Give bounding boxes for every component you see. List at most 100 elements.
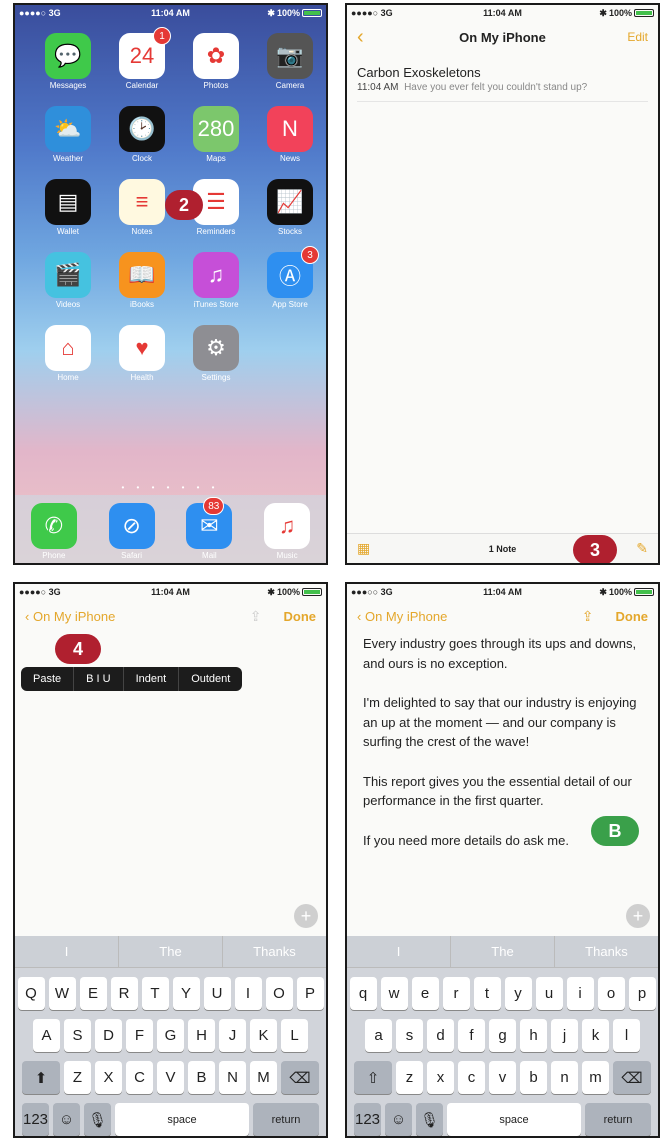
emoji-key[interactable]: ☺ <box>53 1103 80 1136</box>
key[interactable]: d <box>427 1019 454 1052</box>
delete-key[interactable]: ⌫ <box>281 1061 319 1094</box>
app-videos[interactable]: 🎬 Videos <box>31 252 105 309</box>
key[interactable]: R <box>110 977 138 1010</box>
key[interactable]: B <box>188 1061 215 1094</box>
key[interactable]: g <box>489 1019 516 1052</box>
suggestion[interactable]: The <box>119 936 223 967</box>
key[interactable]: m <box>582 1061 609 1094</box>
key[interactable]: M <box>250 1061 277 1094</box>
key[interactable]: t <box>473 977 501 1010</box>
share-icon[interactable]: ⇪ <box>582 608 594 625</box>
key[interactable]: H <box>188 1019 215 1052</box>
space-key[interactable]: space <box>115 1103 249 1136</box>
suggestion[interactable]: Thanks <box>555 936 658 967</box>
app-ibooks[interactable]: 📖 iBooks <box>105 252 179 309</box>
add-attachment-icon[interactable]: + <box>294 904 318 928</box>
done-button[interactable]: Done <box>616 609 649 624</box>
key[interactable]: v <box>489 1061 516 1094</box>
app-mail[interactable]: ✉ 83 Mail <box>186 497 233 563</box>
app-news[interactable]: N News <box>253 106 326 163</box>
microphone-key[interactable]: 🎙 <box>416 1103 443 1136</box>
microphone-key[interactable]: 🎙 <box>84 1103 111 1136</box>
key[interactable]: j <box>551 1019 578 1052</box>
back-button[interactable]: ‹ On My iPhone <box>25 609 115 624</box>
outdent-menu-item[interactable]: Outdent <box>179 667 242 691</box>
key[interactable]: G <box>157 1019 184 1052</box>
paste-menu-item[interactable]: Paste <box>21 667 75 691</box>
indent-menu-item[interactable]: Indent <box>124 667 180 691</box>
key[interactable]: N <box>219 1061 246 1094</box>
back-button[interactable]: ‹ On My iPhone <box>357 609 447 624</box>
key[interactable]: L <box>281 1019 308 1052</box>
key[interactable]: q <box>349 977 377 1010</box>
key[interactable]: F <box>126 1019 153 1052</box>
key[interactable]: D <box>95 1019 122 1052</box>
key[interactable]: A <box>33 1019 60 1052</box>
key[interactable]: r <box>442 977 470 1010</box>
page-indicator[interactable]: • • • • • • • <box>15 483 326 492</box>
key[interactable]: Y <box>172 977 200 1010</box>
app-wallet[interactable]: ▤ Wallet <box>31 179 105 236</box>
gallery-grid-icon[interactable]: ▦ <box>357 540 370 557</box>
key[interactable]: h <box>520 1019 547 1052</box>
app-health[interactable]: ♥ Health <box>105 325 179 382</box>
suggestion[interactable]: Thanks <box>223 936 326 967</box>
app-stocks[interactable]: 📈 Stocks <box>253 179 326 236</box>
key[interactable]: y <box>504 977 532 1010</box>
key[interactable]: T <box>141 977 169 1010</box>
suggestion[interactable]: The <box>451 936 555 967</box>
key[interactable]: i <box>566 977 594 1010</box>
app-maps[interactable]: 280 Maps <box>179 106 253 163</box>
app-app-store[interactable]: Ⓐ 3 App Store <box>253 246 326 309</box>
key[interactable]: p <box>628 977 656 1010</box>
key[interactable]: E <box>79 977 107 1010</box>
app-clock[interactable]: 🕑 Clock <box>105 106 179 163</box>
numbers-key[interactable]: 123 <box>22 1103 49 1136</box>
key[interactable]: u <box>535 977 563 1010</box>
share-icon[interactable]: ⇪ <box>250 608 262 625</box>
suggestion[interactable]: I <box>347 936 451 967</box>
key[interactable]: b <box>520 1061 547 1094</box>
return-key[interactable]: return <box>585 1103 651 1136</box>
key[interactable]: c <box>458 1061 485 1094</box>
key[interactable]: P <box>296 977 324 1010</box>
key[interactable]: X <box>95 1061 122 1094</box>
key[interactable]: W <box>48 977 76 1010</box>
app-home[interactable]: ⌂ Home <box>31 325 105 382</box>
key[interactable]: x <box>427 1061 454 1094</box>
key[interactable]: n <box>551 1061 578 1094</box>
app-phone[interactable]: ✆ Phone <box>30 503 77 563</box>
numbers-key[interactable]: 123 <box>354 1103 381 1136</box>
space-key[interactable]: space <box>447 1103 581 1136</box>
key[interactable]: I <box>234 977 262 1010</box>
shift-key[interactable]: ⬆ <box>22 1061 60 1094</box>
key[interactable]: C <box>126 1061 153 1094</box>
key[interactable]: U <box>203 977 231 1010</box>
key[interactable]: o <box>597 977 625 1010</box>
biu-menu-item[interactable]: B I U <box>74 667 124 691</box>
delete-key[interactable]: ⌫ <box>613 1061 651 1094</box>
key[interactable]: O <box>265 977 293 1010</box>
app-itunes-store[interactable]: ♫ iTunes Store <box>179 252 253 309</box>
shift-key[interactable]: ⇧ <box>354 1061 392 1094</box>
app-safari[interactable]: ⊘ Safari <box>108 503 155 563</box>
key[interactable]: w <box>380 977 408 1010</box>
suggestion[interactable]: I <box>15 936 119 967</box>
app-messages[interactable]: 💬 Messages <box>31 33 105 90</box>
key[interactable]: J <box>219 1019 246 1052</box>
key[interactable]: a <box>365 1019 392 1052</box>
key[interactable]: l <box>613 1019 640 1052</box>
app-photos[interactable]: ✿ Photos <box>179 33 253 90</box>
compose-icon[interactable]: ✎ <box>636 540 648 557</box>
done-button[interactable]: Done <box>284 609 317 624</box>
key[interactable]: e <box>411 977 439 1010</box>
key[interactable]: s <box>396 1019 423 1052</box>
key[interactable]: Z <box>64 1061 91 1094</box>
key[interactable]: k <box>582 1019 609 1052</box>
key[interactable]: V <box>157 1061 184 1094</box>
app-settings[interactable]: ⚙ Settings <box>179 325 253 382</box>
app-music[interactable]: ♫ Music <box>264 503 311 563</box>
key[interactable]: f <box>458 1019 485 1052</box>
key[interactable]: K <box>250 1019 277 1052</box>
app-calendar[interactable]: 24 1 Calendar <box>105 27 179 90</box>
